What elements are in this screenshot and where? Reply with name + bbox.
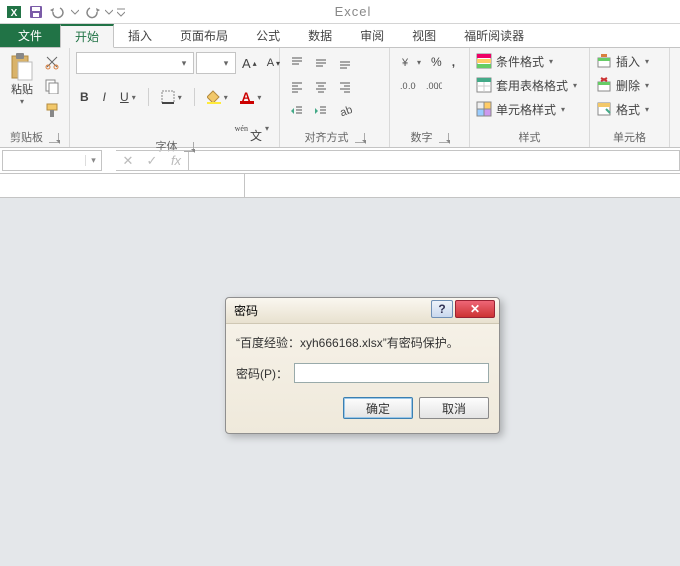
tab-page-layout[interactable]: 页面布局	[166, 24, 242, 47]
qat-customize-icon[interactable]	[116, 2, 126, 22]
number-launcher-icon[interactable]	[439, 133, 449, 143]
fill-color-button[interactable]: ▾	[203, 87, 232, 107]
password-field-label: 密码(P)：	[236, 365, 288, 382]
name-box-dropdown-icon[interactable]: ▾	[85, 155, 101, 166]
svg-text:.00: .00	[408, 81, 416, 91]
format-as-table-button[interactable]: 套用表格格式▾	[474, 74, 579, 96]
redo-icon[interactable]	[82, 2, 102, 22]
cancel-formula-icon[interactable]: ✕	[116, 153, 140, 169]
ok-button[interactable]: 确定	[343, 397, 413, 419]
group-font: ▾ ▾ A▴ A▾ B I U▾ ▾ ▾ A▾ wén文▾ 字体	[70, 48, 280, 147]
tab-view[interactable]: 视图	[398, 24, 450, 47]
format-painter-icon[interactable]	[42, 100, 62, 120]
enter-formula-icon[interactable]: ✓	[140, 153, 164, 169]
paste-label: 粘贴	[11, 84, 33, 96]
increase-indent-icon[interactable]	[310, 100, 332, 122]
dialog-close-icon[interactable]: ✕	[455, 300, 495, 318]
tab-file[interactable]: 文件	[0, 24, 60, 47]
group-number: ¥▾ % , .0.00 .00.0 数字	[390, 48, 470, 147]
decrease-decimal-icon[interactable]: .00.0	[422, 76, 446, 96]
group-alignment-label: 对齐方式	[305, 131, 349, 145]
paste-button[interactable]: 粘贴▾	[4, 50, 40, 122]
svg-text:.0: .0	[436, 81, 442, 91]
group-clipboard: 粘贴▾ 剪贴板	[0, 48, 70, 147]
conditional-formatting-button[interactable]: 条件格式▾	[474, 50, 555, 72]
insert-cells-button[interactable]: 插入▾	[594, 50, 651, 72]
formula-input[interactable]	[189, 150, 680, 171]
tab-data[interactable]: 数据	[294, 24, 346, 47]
group-styles: 条件格式▾ 套用表格格式▾ 单元格样式▾ 样式	[470, 48, 590, 147]
dialog-title-bar[interactable]: 密码 ? ✕	[226, 298, 499, 324]
cut-icon[interactable]	[42, 52, 62, 72]
ribbon: 粘贴▾ 剪贴板 ▾ ▾ A▴ A▾ B I U▾ ▾	[0, 48, 680, 148]
bold-button[interactable]: B	[76, 87, 93, 107]
orientation-icon[interactable]: ab	[334, 100, 356, 122]
svg-text:.0: .0	[400, 81, 408, 91]
group-styles-label: 样式	[519, 131, 541, 145]
tab-insert[interactable]: 插入	[114, 24, 166, 47]
formula-bar-extension	[0, 174, 680, 198]
title-bar: X Excel	[0, 0, 680, 24]
border-button[interactable]: ▾	[157, 87, 186, 107]
italic-button[interactable]: I	[99, 87, 110, 107]
group-cells: 插入▾ 删除▾ 格式▾ 单元格	[590, 48, 670, 147]
align-top-icon[interactable]	[286, 52, 308, 74]
dialog-message: “百度经验：xyh666168.xlsx”有密码保护。	[236, 334, 489, 351]
group-clipboard-label: 剪贴板	[10, 131, 43, 145]
svg-text:¥: ¥	[401, 57, 409, 69]
clipboard-launcher-icon[interactable]	[49, 133, 59, 143]
dialog-help-icon[interactable]: ?	[431, 300, 453, 318]
phonetic-button[interactable]: wén文▾	[231, 118, 273, 138]
comma-style-icon[interactable]: ,	[448, 52, 459, 72]
insert-function-icon[interactable]: fx	[164, 153, 188, 168]
underline-button[interactable]: U▾	[116, 87, 140, 107]
align-middle-icon[interactable]	[310, 52, 332, 74]
font-name-combo[interactable]: ▾	[76, 52, 194, 74]
font-size-combo[interactable]: ▾	[196, 52, 236, 74]
percent-button[interactable]: %	[427, 52, 446, 72]
tab-home[interactable]: 开始	[60, 24, 114, 48]
undo-icon[interactable]	[48, 2, 68, 22]
excel-icon: X	[4, 2, 24, 22]
cell-styles-button[interactable]: 单元格样式▾	[474, 98, 567, 120]
group-cells-label: 单元格	[613, 131, 646, 145]
copy-icon[interactable]	[42, 76, 62, 96]
align-center-icon[interactable]	[310, 76, 332, 98]
align-right-icon[interactable]	[334, 76, 356, 98]
cancel-button[interactable]: 取消	[419, 397, 489, 419]
increase-font-icon[interactable]: A▴	[238, 53, 261, 73]
font-color-button[interactable]: A▾	[238, 87, 266, 107]
font-launcher-icon[interactable]	[184, 142, 194, 152]
password-dialog: 密码 ? ✕ “百度经验：xyh666168.xlsx”有密码保护。 密码(P)…	[225, 297, 500, 434]
align-bottom-icon[interactable]	[334, 52, 356, 74]
accounting-format-icon[interactable]: ¥▾	[396, 52, 425, 72]
name-box[interactable]: ▾	[2, 150, 102, 171]
tab-review[interactable]: 审阅	[346, 24, 398, 47]
tab-formulas[interactable]: 公式	[242, 24, 294, 47]
undo-dropdown-icon[interactable]	[70, 2, 80, 22]
save-icon[interactable]	[26, 2, 46, 22]
svg-text:X: X	[11, 8, 18, 19]
redo-dropdown-icon[interactable]	[104, 2, 114, 22]
ribbon-tabs: 文件 开始 插入 页面布局 公式 数据 审阅 视图 福昕阅读器	[0, 24, 680, 48]
alignment-launcher-icon[interactable]	[355, 133, 365, 143]
tab-foxit[interactable]: 福昕阅读器	[450, 24, 538, 47]
password-input[interactable]	[294, 363, 489, 383]
align-left-icon[interactable]	[286, 76, 308, 98]
group-number-label: 数字	[411, 131, 433, 145]
format-cells-button[interactable]: 格式▾	[594, 98, 651, 120]
quick-access-toolbar: X	[0, 2, 126, 22]
group-alignment: ab 对齐方式	[280, 48, 390, 147]
increase-decimal-icon[interactable]: .0.00	[396, 76, 420, 96]
dialog-title: 密码	[234, 302, 258, 319]
svg-text:ab: ab	[339, 104, 352, 118]
formula-bar-buttons: ✕ ✓ fx	[116, 150, 189, 171]
decrease-indent-icon[interactable]	[286, 100, 308, 122]
delete-cells-button[interactable]: 删除▾	[594, 74, 651, 96]
app-title: Excel	[126, 4, 680, 19]
